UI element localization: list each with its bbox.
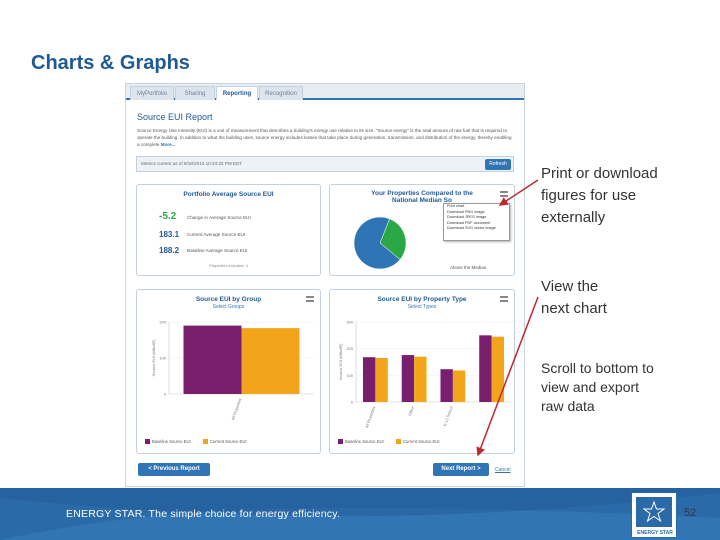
energy-star-logo-mark (636, 497, 672, 527)
energy-star-logo: ENERGY STAR (631, 492, 677, 538)
energy-star-logo-text: ENERGY STAR (637, 530, 673, 536)
star-icon (642, 500, 666, 523)
slide: Charts & Graphs MyPortfolio Sharing Repo… (0, 0, 720, 540)
footer-band: ENERGY STAR. The simple choice for energ… (0, 488, 720, 540)
arrow-to-export-menu (498, 179, 539, 206)
callout-arrows (476, 179, 539, 457)
footer-tagline: ENERGY STAR. The simple choice for energ… (66, 508, 340, 520)
page-number: 52 (684, 507, 697, 519)
arrow-to-next-button (476, 296, 539, 457)
